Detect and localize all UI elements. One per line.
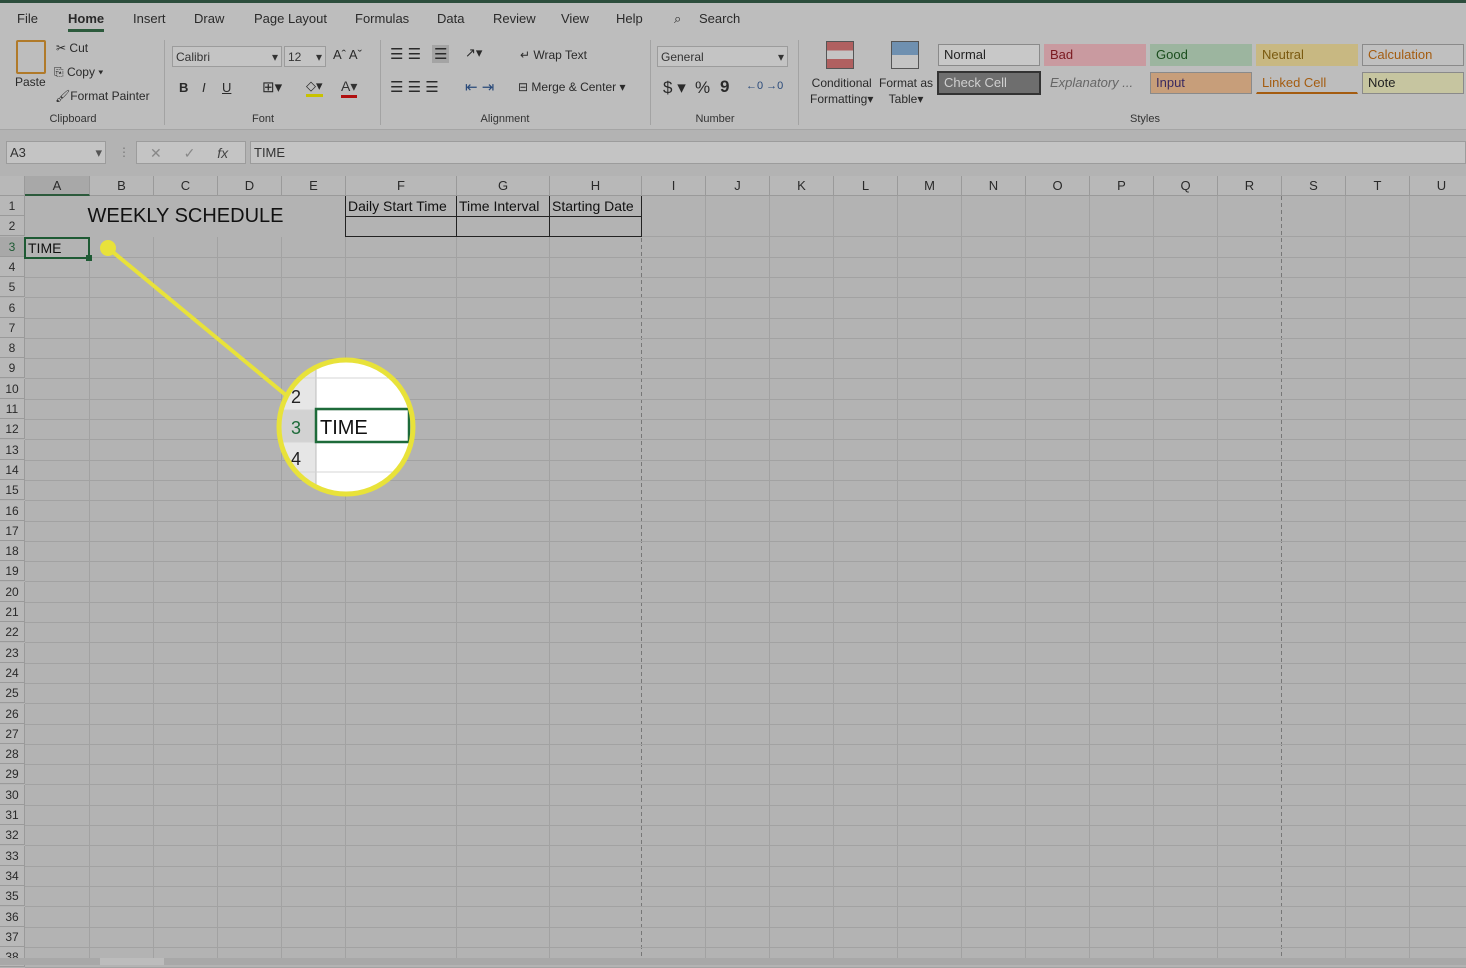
callout-cell-text: TIME bbox=[320, 417, 368, 439]
callout-row-3: 3 bbox=[291, 418, 301, 438]
callout-dot bbox=[100, 240, 116, 256]
callout-magnified-view: 2 3 4 TIME bbox=[280, 361, 412, 493]
callout-overlay: 2 3 4 TIME bbox=[100, 240, 416, 497]
callout-pointer-line bbox=[106, 246, 289, 398]
